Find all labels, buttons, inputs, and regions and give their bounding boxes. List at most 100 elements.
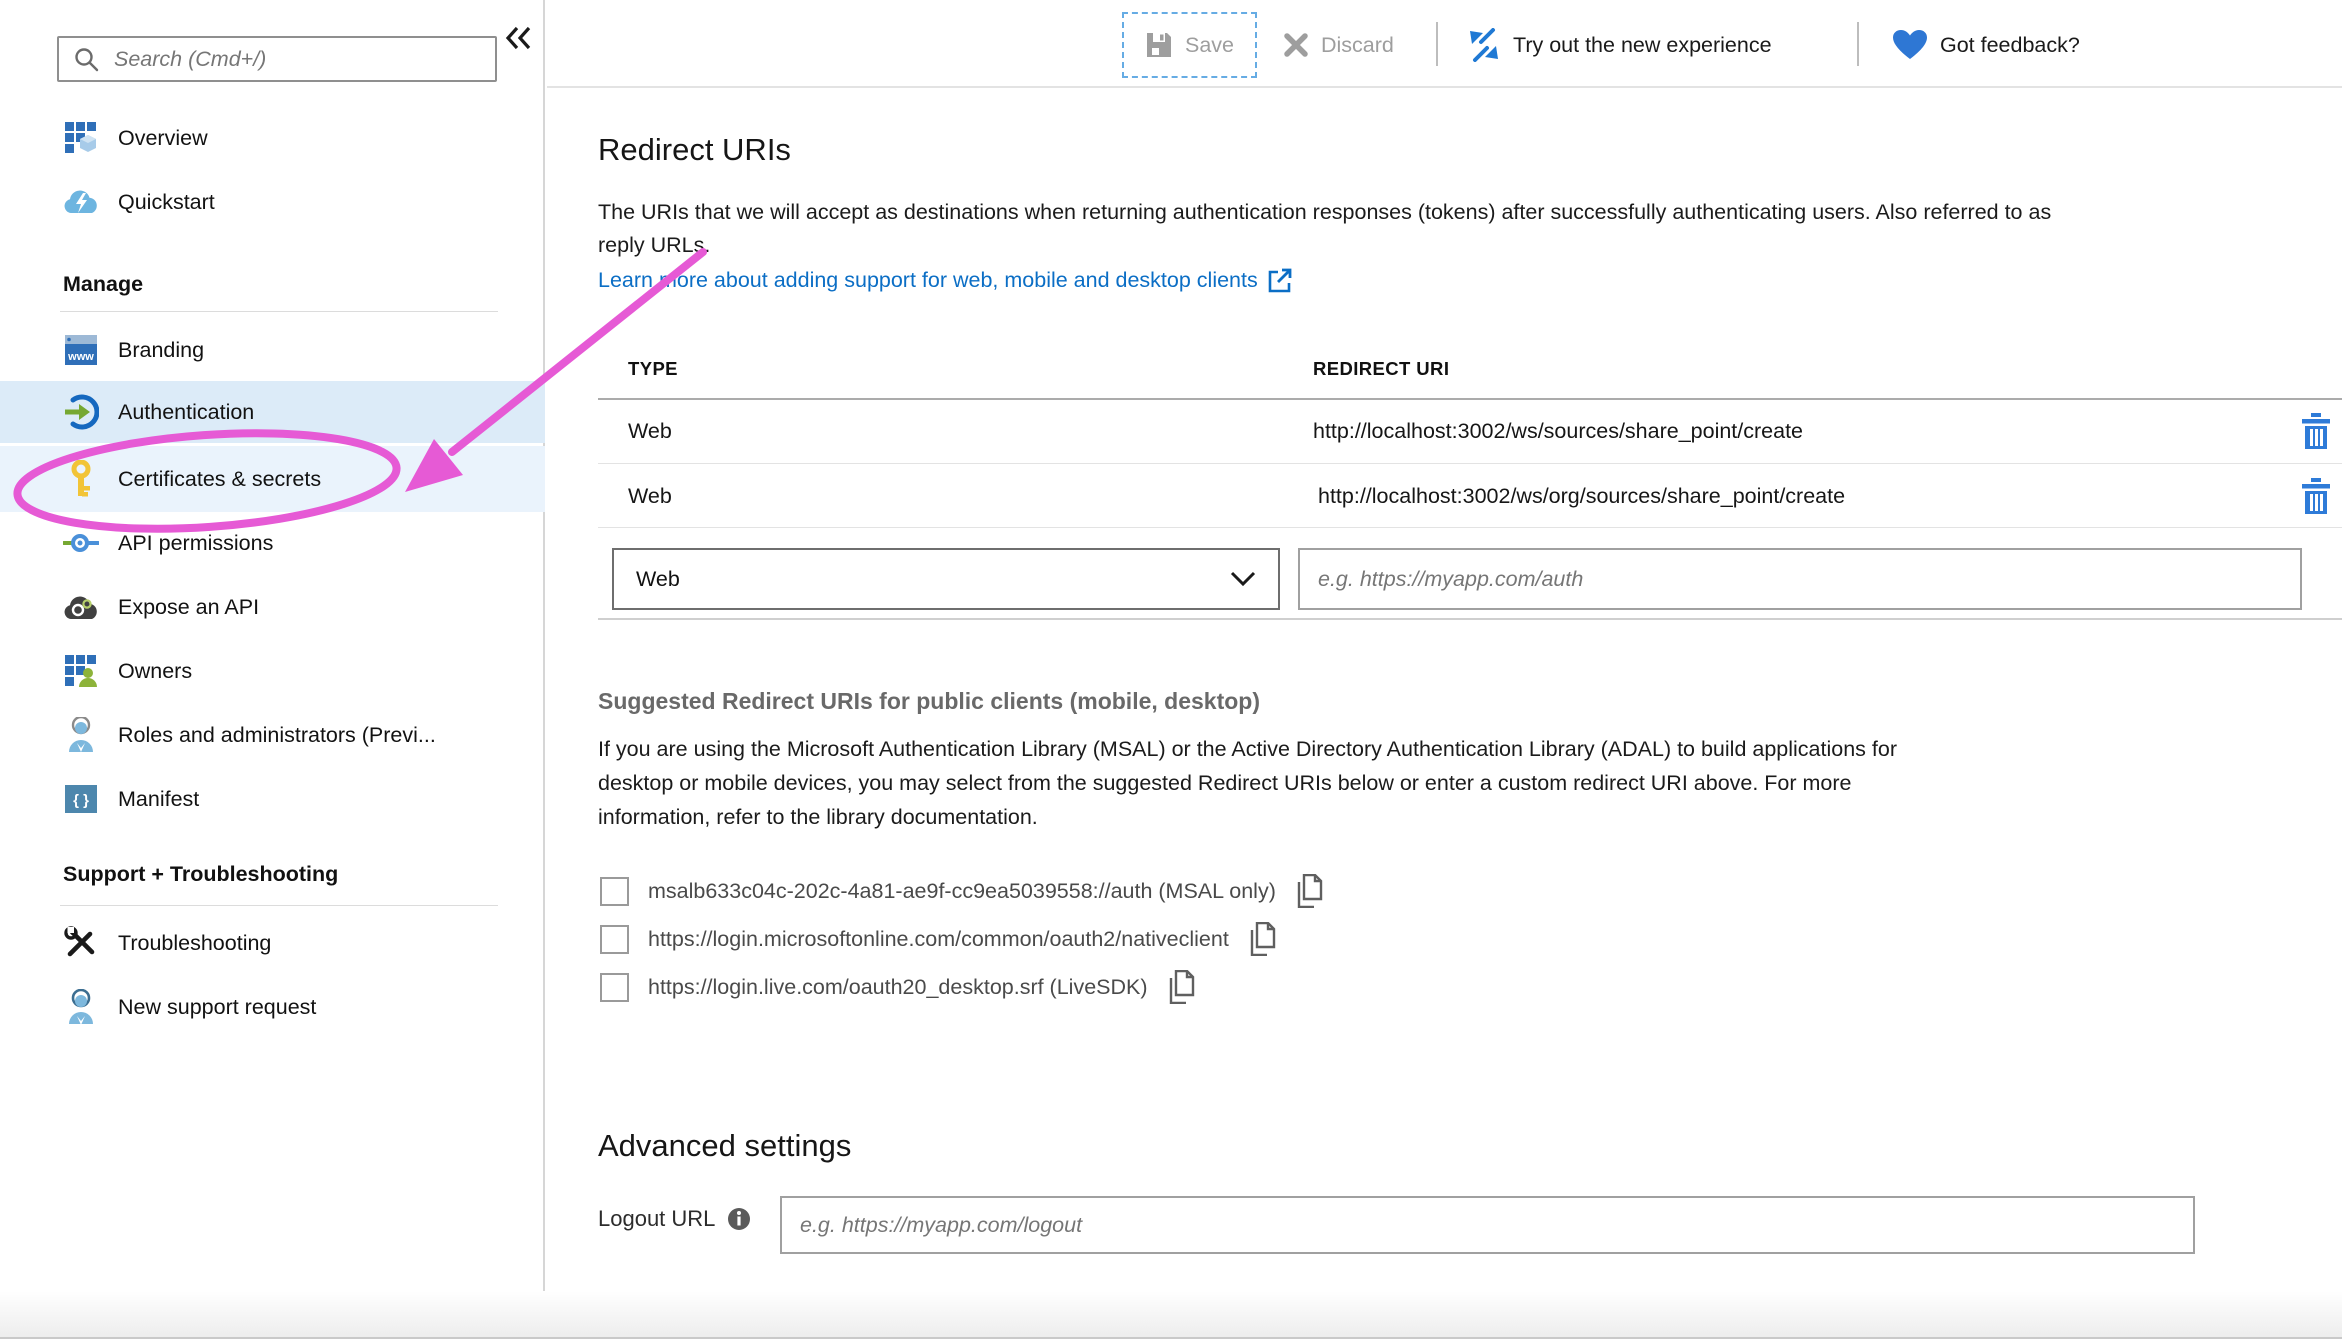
suggested-uri-option: https://login.microsoftonline.com/common… — [600, 922, 1278, 956]
sidebar-item-api-permissions[interactable]: API permissions — [0, 512, 545, 574]
authentication-icon — [63, 394, 99, 430]
sidebar-item-label: Branding — [118, 338, 204, 363]
sidebar-item-label: Quickstart — [118, 190, 215, 215]
search-box[interactable] — [57, 36, 497, 82]
sidebar-item-new-support-request[interactable]: New support request — [0, 976, 545, 1038]
row-divider — [598, 463, 2342, 464]
description-line: information, refer to the library docume… — [598, 800, 1897, 834]
divider — [1857, 22, 1859, 66]
suggested-uri-option: msalb633c04c-202c-4a81-ae9f-cc9ea5039558… — [600, 874, 1325, 908]
suggested-uris-title: Suggested Redirect URIs for public clien… — [598, 688, 1260, 715]
delete-uri-button[interactable] — [2300, 478, 2332, 519]
learn-more-link-label: Learn more about adding support for web,… — [598, 268, 1258, 293]
heart-icon — [1892, 29, 1928, 61]
redirect-type-selected-value: Web — [636, 567, 1230, 592]
external-link-icon — [1268, 268, 1293, 293]
suggested-uri-checkbox[interactable] — [600, 973, 629, 1002]
row-divider — [598, 527, 2342, 528]
info-icon[interactable] — [727, 1207, 751, 1231]
redirect-uris-title: Redirect URIs — [598, 132, 791, 168]
sidebar-item-label: Manifest — [118, 787, 199, 812]
row-type: Web — [628, 419, 672, 444]
expose-api-icon — [63, 589, 99, 625]
suggested-uri-checkbox[interactable] — [600, 877, 629, 906]
quickstart-icon — [63, 184, 99, 220]
command-bar: Save Discard Try out the new experience … — [547, 0, 2342, 88]
divider — [60, 311, 498, 312]
redirect-type-select[interactable]: Web — [612, 548, 1280, 610]
double-chevron-left-icon — [504, 25, 534, 51]
save-label: Save — [1185, 33, 1234, 58]
troubleshooting-icon — [63, 925, 99, 961]
sidebar: Overview Quickstart Manage www Branding … — [0, 0, 545, 1339]
description-line: desktop or mobile devices, you may selec… — [598, 766, 1897, 800]
suggested-uri-label: https://login.microsoftonline.com/common… — [648, 927, 1229, 952]
sidebar-item-troubleshooting[interactable]: Troubleshooting — [0, 912, 545, 974]
api-permissions-icon — [63, 525, 99, 561]
sidebar-item-roles-administrators[interactable]: Roles and administrators (Previ... — [0, 704, 545, 766]
discard-button[interactable]: Discard — [1283, 12, 1394, 78]
sidebar-item-label: New support request — [118, 995, 316, 1020]
switch-arrows-icon — [1467, 28, 1501, 62]
sidebar-section-header-support: Support + Troubleshooting — [63, 862, 338, 887]
suggested-uri-label: msalb633c04c-202c-4a81-ae9f-cc9ea5039558… — [648, 879, 1276, 904]
discard-label: Discard — [1321, 33, 1394, 58]
sidebar-item-manifest[interactable]: { } Manifest — [0, 768, 545, 830]
sidebar-item-expose-an-api[interactable]: Expose an API — [0, 576, 545, 638]
got-feedback-button[interactable]: Got feedback? — [1892, 12, 2080, 78]
collapse-sidebar-button[interactable] — [501, 20, 537, 56]
try-new-experience-label: Try out the new experience — [1513, 33, 1772, 58]
svg-text:{ }: { } — [73, 792, 89, 809]
owners-icon — [63, 653, 99, 689]
column-header-type: TYPE — [628, 358, 678, 380]
chevron-down-icon — [1230, 571, 1256, 587]
sidebar-item-label: Roles and administrators (Previ... — [118, 723, 436, 748]
got-feedback-label: Got feedback? — [1940, 33, 2080, 58]
sidebar-item-label: Certificates & secrets — [118, 467, 321, 492]
copy-button[interactable] — [1167, 970, 1197, 1004]
redirect-uris-description: The URIs that we will accept as destinat… — [598, 196, 2051, 262]
logout-url-row: Logout URL — [598, 1206, 751, 1232]
logout-url-label: Logout URL — [598, 1206, 715, 1232]
overview-icon — [63, 120, 99, 156]
sidebar-item-quickstart[interactable]: Quickstart — [0, 171, 545, 233]
description-line: reply URLs. — [598, 229, 2051, 262]
description-line: The URIs that we will accept as destinat… — [598, 196, 2051, 229]
key-icon — [63, 461, 99, 497]
sidebar-item-label: Expose an API — [118, 595, 259, 620]
search-icon — [73, 46, 100, 73]
suggested-uri-checkbox[interactable] — [600, 925, 629, 954]
sidebar-item-authentication[interactable]: Authentication — [0, 381, 545, 443]
sidebar-item-owners[interactable]: Owners — [0, 640, 545, 702]
bottom-fade — [0, 1291, 2342, 1337]
logout-url-input[interactable] — [780, 1196, 2195, 1254]
copy-button[interactable] — [1248, 922, 1278, 956]
sidebar-item-label: Authentication — [118, 400, 254, 425]
row-type: Web — [628, 484, 672, 509]
try-new-experience-button[interactable]: Try out the new experience — [1467, 12, 1772, 78]
manifest-icon: { } — [63, 781, 99, 817]
search-input[interactable] — [112, 39, 495, 79]
suggested-uri-option: https://login.live.com/oauth20_desktop.s… — [600, 970, 1197, 1004]
trash-icon — [2300, 478, 2332, 514]
branding-icon: www — [63, 332, 99, 368]
sidebar-item-overview[interactable]: Overview — [0, 107, 545, 169]
table-header-rule — [598, 398, 2342, 400]
save-icon — [1145, 31, 1173, 59]
new-redirect-uri-input[interactable] — [1298, 548, 2302, 610]
sidebar-item-certificates-secrets[interactable]: Certificates & secrets — [0, 446, 545, 512]
copy-button[interactable] — [1295, 874, 1325, 908]
discard-x-icon — [1283, 32, 1309, 58]
save-button[interactable]: Save — [1122, 12, 1257, 78]
suggested-uris-description: If you are using the Microsoft Authentic… — [598, 732, 1897, 834]
new-support-request-icon — [63, 989, 99, 1025]
trash-icon — [2300, 413, 2332, 449]
sidebar-item-label: Overview — [118, 126, 208, 151]
advanced-settings-title: Advanced settings — [598, 1128, 851, 1164]
sidebar-item-branding[interactable]: www Branding — [0, 319, 545, 381]
delete-uri-button[interactable] — [2300, 413, 2332, 454]
sidebar-item-label: Troubleshooting — [118, 931, 271, 956]
row-uri: http://localhost:3002/ws/sources/share_p… — [1313, 419, 1803, 444]
learn-more-link[interactable]: Learn more about adding support for web,… — [598, 268, 1293, 293]
sidebar-item-label: Owners — [118, 659, 192, 684]
